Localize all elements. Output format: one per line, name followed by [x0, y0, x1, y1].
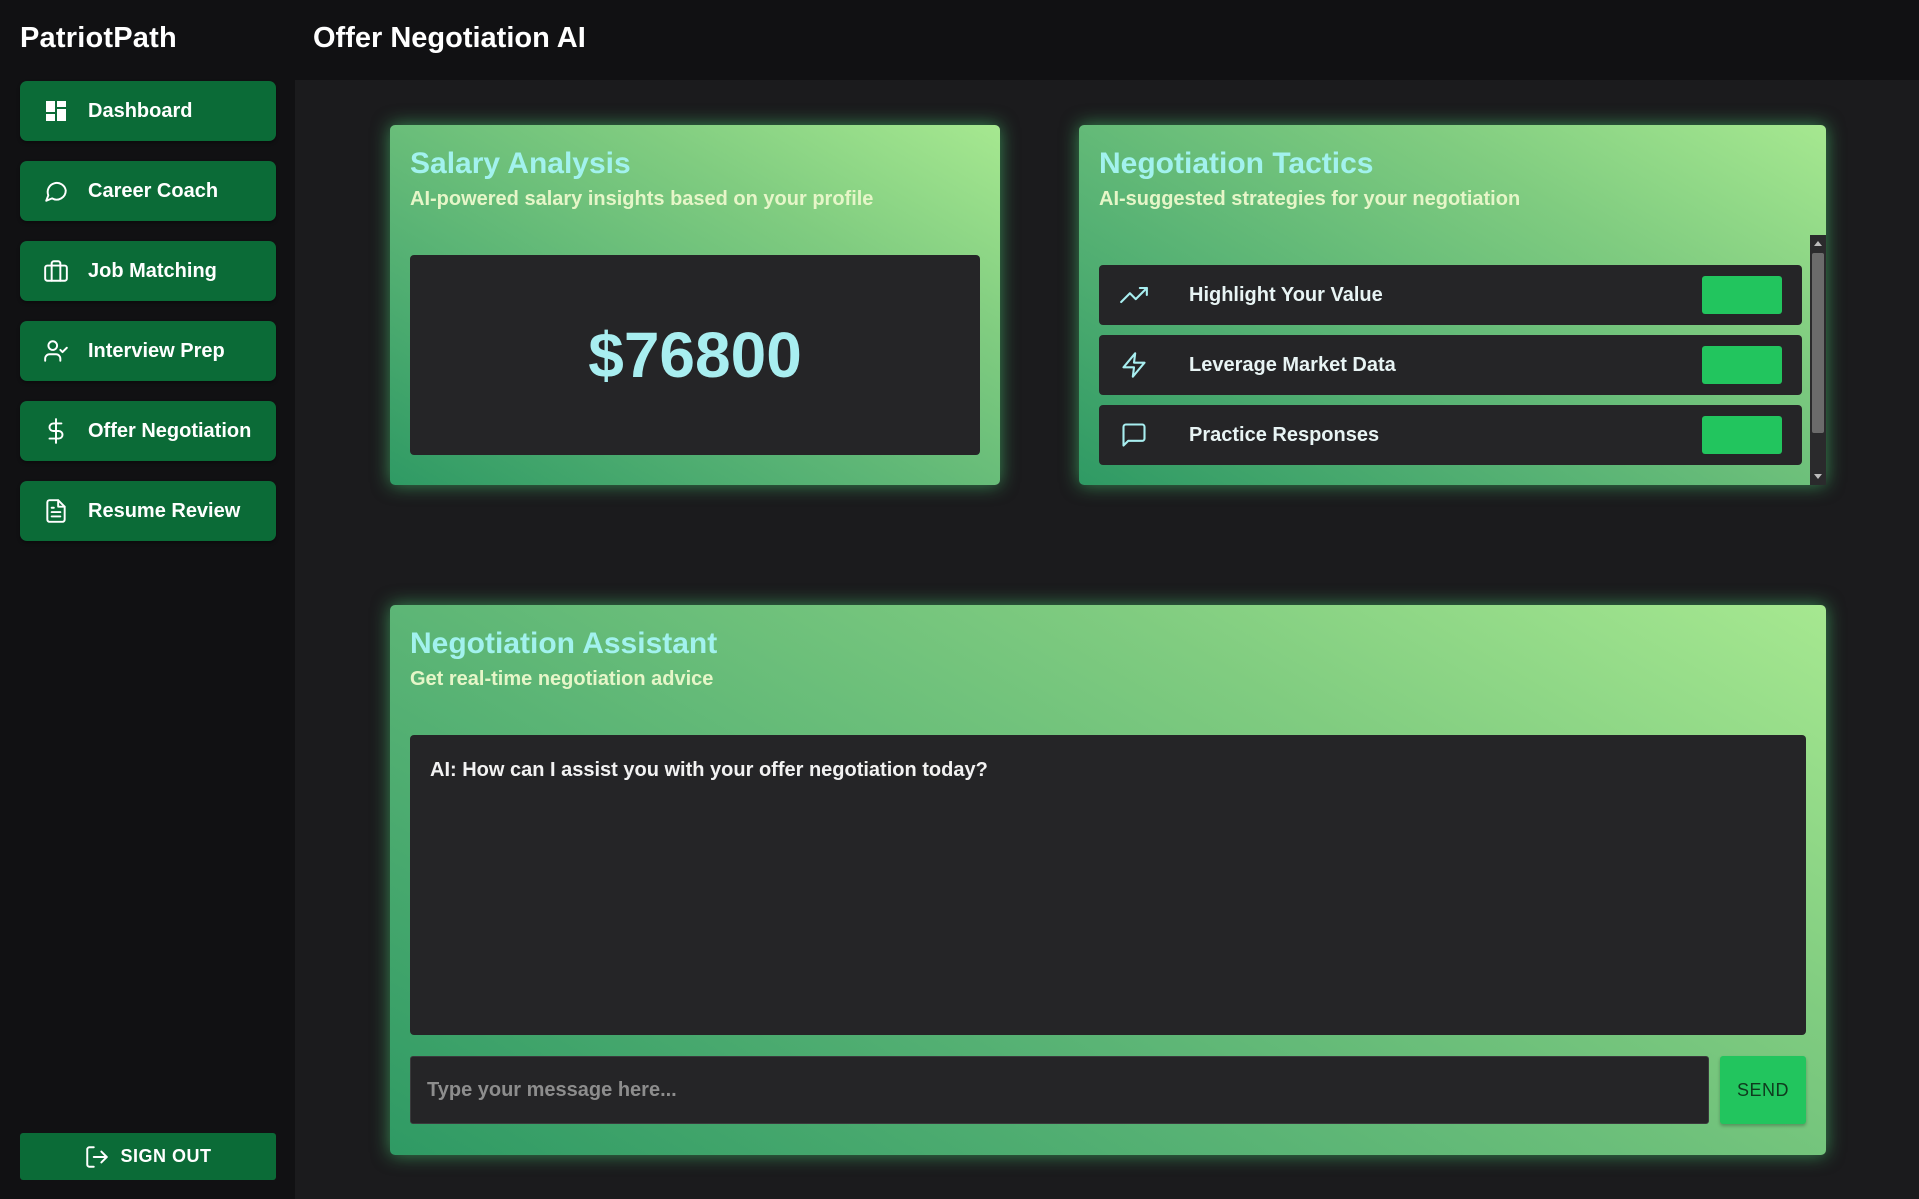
- sidebar-item-dashboard[interactable]: Dashboard: [20, 81, 276, 141]
- sidebar-item-offer-negotiation[interactable]: Offer Negotiation: [20, 401, 276, 461]
- tactic-action-button[interactable]: [1702, 416, 1782, 454]
- card-subtitle: AI-powered salary insights based on your…: [410, 188, 874, 210]
- chat-message: AI: How can I assist you with your offer…: [430, 759, 988, 781]
- document-icon: [42, 497, 70, 525]
- sidebar-item-label: Interview Prep: [88, 339, 225, 362]
- sidebar-item-resume-review[interactable]: Resume Review: [20, 481, 276, 541]
- dashboard-icon: [42, 97, 70, 125]
- card-subtitle: AI-suggested strategies for your negotia…: [1099, 188, 1521, 210]
- card-subtitle: Get real-time negotiation advice: [410, 668, 714, 690]
- tactic-action-button[interactable]: [1702, 346, 1782, 384]
- chat-bubble-icon: [42, 177, 70, 205]
- top-bar: Offer Negotiation AI: [295, 0, 1919, 80]
- message-input[interactable]: [410, 1056, 1709, 1124]
- sidebar-item-interview-prep[interactable]: Interview Prep: [20, 321, 276, 381]
- sidebar-item-label: Resume Review: [88, 499, 241, 522]
- list-item: Highlight Your Value: [1099, 265, 1802, 325]
- tactic-label: Practice Responses: [1189, 423, 1380, 446]
- sidebar-item-label: Career Coach: [88, 179, 219, 202]
- tactic-label: Highlight Your Value: [1189, 283, 1383, 306]
- tactics-scrollbar[interactable]: [1810, 235, 1826, 485]
- tactic-action-button[interactable]: [1702, 276, 1782, 314]
- card-title: Negotiation Assistant: [410, 627, 718, 660]
- negotiation-tactics-card: Negotiation Tactics AI-suggested strateg…: [1079, 125, 1826, 485]
- log-out-icon: [84, 1144, 110, 1170]
- salary-analysis-card: Salary Analysis AI-powered salary insigh…: [390, 125, 1000, 485]
- card-title: Salary Analysis: [410, 147, 631, 180]
- chat-log: AI: How can I assist you with your offer…: [410, 735, 1806, 1035]
- scroll-thumb[interactable]: [1812, 253, 1824, 433]
- page-title: Offer Negotiation AI: [313, 22, 586, 54]
- trending-up-icon: [1119, 280, 1149, 310]
- message-square-icon: [1119, 420, 1149, 450]
- sidebar: PatriotPath Dashboard Career Coach Job M…: [0, 0, 295, 1199]
- sidebar-item-label: Job Matching: [88, 259, 217, 282]
- salary-display: $76800: [410, 255, 980, 455]
- briefcase-icon: [42, 257, 70, 285]
- sidebar-nav: Dashboard Career Coach Job Matching Inte…: [20, 81, 276, 561]
- card-title: Negotiation Tactics: [1099, 147, 1374, 180]
- sign-out-button[interactable]: SIGN OUT: [20, 1133, 276, 1180]
- lightning-icon: [1119, 350, 1149, 380]
- sidebar-item-label: Dashboard: [88, 99, 193, 122]
- list-item: Practice Responses: [1099, 405, 1802, 465]
- sign-out-label: SIGN OUT: [120, 1146, 212, 1166]
- sidebar-item-job-matching[interactable]: Job Matching: [20, 241, 276, 301]
- send-button[interactable]: SEND: [1720, 1056, 1806, 1124]
- list-item: Leverage Market Data: [1099, 335, 1802, 395]
- brand-logo[interactable]: PatriotPath: [20, 22, 177, 55]
- user-check-icon: [42, 337, 70, 365]
- scroll-down-arrow-icon[interactable]: [1814, 474, 1822, 479]
- salary-value: $76800: [588, 319, 802, 391]
- sidebar-item-career-coach[interactable]: Career Coach: [20, 161, 276, 221]
- dollar-icon: [42, 417, 70, 445]
- tactics-list: Highlight Your Value Leverage Market Dat…: [1099, 265, 1802, 475]
- tactic-label: Leverage Market Data: [1189, 353, 1396, 376]
- sidebar-item-label: Offer Negotiation: [88, 419, 252, 442]
- scroll-up-arrow-icon[interactable]: [1814, 241, 1822, 246]
- negotiation-assistant-card: Negotiation Assistant Get real-time nego…: [390, 605, 1826, 1155]
